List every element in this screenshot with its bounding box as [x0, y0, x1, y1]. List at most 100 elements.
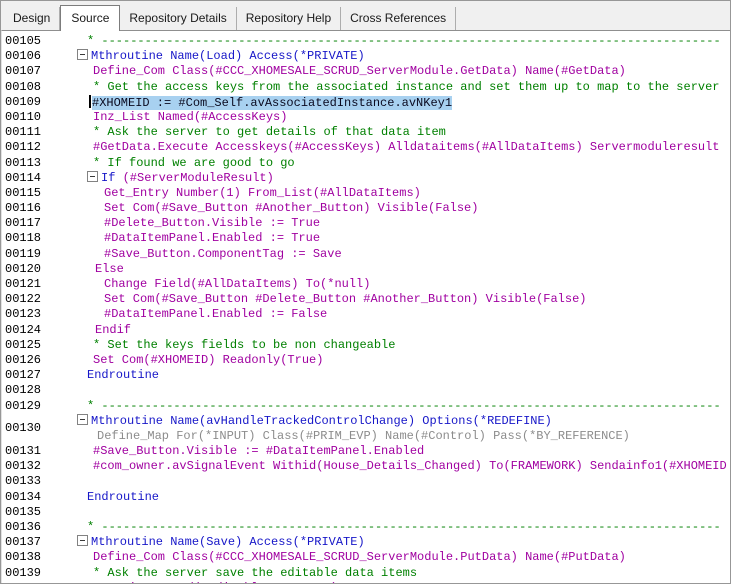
source-code-editor[interactable]: 00105 * ---------------------------------…	[1, 30, 730, 583]
code-text[interactable]: * --------------------------------------…	[49, 520, 730, 535]
tab-repository-help[interactable]: Repository Help	[237, 7, 342, 30]
code-line: 00127 Endroutine	[2, 368, 730, 383]
line-number: 00125	[5, 337, 42, 352]
code-text[interactable]: * If found we are good to go	[49, 156, 730, 171]
line-number: 00111	[5, 125, 42, 140]
tab-cross-references[interactable]: Cross References	[341, 7, 457, 30]
code-line: 00111 * Ask the server to get details of …	[2, 125, 730, 140]
code-text[interactable]: Get_Entry Number(1) From_List(#AllDataIt…	[49, 186, 730, 201]
code-segment: Inz_List Named(#EditableDataItems)	[93, 581, 338, 583]
code-text[interactable]: #DataItemPanel.Enabled := True	[49, 231, 730, 246]
line-number: 00121	[5, 277, 42, 291]
code-text[interactable]: * Ask the server to get details of that …	[49, 125, 730, 140]
code-segment: Else	[95, 261, 124, 276]
code-text[interactable]: Define_Map For(*INPUT) Class(#PRIM_EVP) …	[49, 429, 730, 444]
code-text[interactable]: Set Com(#XHOMEID) Readonly(True)	[49, 353, 730, 368]
code-text[interactable]: #Save_Button.ComponentTag := Save	[49, 247, 730, 262]
code-text[interactable]: Set Com(#Save_Button #Another_Button) Vi…	[49, 201, 730, 216]
line-number: 00139	[5, 565, 42, 580]
code-segment: Inz_List Named(#AccessKeys)	[93, 109, 288, 124]
line-number: 00135	[5, 504, 42, 519]
code-text[interactable]: * --------------------------------------…	[49, 34, 730, 49]
repository-editor-window: Design Source Repository Details Repository…	[0, 0, 731, 584]
line-number: 00106	[5, 49, 42, 64]
line-number: 00112	[5, 140, 42, 155]
code-text[interactable]: #com_owner.avSignalEvent Withid(House_De…	[49, 459, 730, 474]
code-text[interactable]: Mthroutine Name(Save) Access(*PRIVATE)	[49, 535, 730, 550]
line-number: 00124	[5, 322, 42, 337]
code-line: 00140 Inz_List Named(#EditableDataItems)	[2, 581, 730, 583]
line-number: 00108	[5, 79, 42, 94]
code-line: 00107 Define_Com Class(#CCC_XHOMESALE_SCR…	[2, 64, 730, 79]
code-line: 00139 * Ask the server save the editable …	[2, 566, 730, 581]
code-text[interactable]: #XHOMEID := #Com_Self.avAssociatedInstan…	[49, 94, 730, 110]
code-segment: #XHOMEID := #Com_Self.avAssociatedInstan…	[92, 95, 453, 110]
code-segment: #DataItemPanel.Enabled := False	[104, 307, 328, 322]
code-text[interactable]: Endroutine	[49, 490, 730, 505]
code-line: 00124 Endif	[2, 323, 730, 338]
code-segment: Mthroutine Name(Save) Access(*PRIVATE)	[91, 535, 365, 550]
code-segment: Mthroutine Name(Load) Access(*PRIVATE)	[91, 49, 365, 64]
collapse-toggle-icon[interactable]	[77, 535, 88, 547]
code-segment: Endroutine	[87, 489, 160, 504]
line-number: 00107	[5, 64, 42, 79]
code-segment: * --------------------------------------…	[87, 398, 721, 413]
code-text[interactable]: * Ask the server save the editable data …	[49, 566, 730, 581]
code-line: 00118 #DataItemPanel.Enabled := True	[2, 231, 730, 246]
code-line: 00136 * ---------------------------------…	[2, 520, 730, 535]
line-number: 00122	[5, 292, 42, 307]
code-text[interactable]: Mthroutine Name(Load) Access(*PRIVATE)	[49, 49, 730, 64]
code-text[interactable]: If (#ServerModuleResult)	[49, 170, 730, 186]
code-text[interactable]	[49, 383, 730, 398]
line-number: 00136	[5, 520, 42, 534]
line-number: 00115	[5, 185, 42, 200]
code-line: 00113 * If found we are good to go	[2, 156, 730, 171]
line-number: 00127	[5, 368, 42, 383]
code-line: 00131 #Save_Button.Visible := #DataItemPa…	[2, 444, 730, 459]
code-text[interactable]: Inz_List Named(#AccessKeys)	[49, 110, 730, 125]
code-text[interactable]: Set Com(#Save_Button #Delete_Button #Ano…	[49, 292, 730, 307]
collapse-toggle-icon[interactable]	[77, 49, 88, 61]
collapse-toggle-icon[interactable]	[87, 170, 98, 182]
code-line: 00126 Set Com(#XHOMEID) Readonly(True)	[2, 353, 730, 368]
code-text[interactable]: Define_Com Class(#CCC_XHOMESALE_SCRUD_Se…	[49, 64, 730, 79]
code-text[interactable]: Endif	[49, 323, 730, 338]
tab-repository-details[interactable]: Repository Details	[120, 7, 237, 30]
code-line: 00119 #Save_Button.ComponentTag := Save	[2, 247, 730, 262]
code-segment: * --------------------------------------…	[87, 34, 721, 48]
code-text[interactable]: #DataItemPanel.Enabled := False	[49, 307, 730, 322]
code-segment: Endroutine	[87, 368, 160, 383]
line-number: 00140	[2, 581, 49, 583]
line-number: 00105	[5, 34, 42, 48]
tab-source[interactable]: Source	[60, 5, 121, 31]
code-text[interactable]: #Save_Button.Visible := #DataItemPanel.E…	[49, 444, 730, 459]
line-number: 00119	[5, 246, 42, 261]
line-number: 00116	[5, 201, 42, 216]
line-number: 00118	[5, 231, 42, 246]
code-segment: Get_Entry Number(1) From_List(#AllDataIt…	[104, 185, 421, 200]
code-text[interactable]: #Delete_Button.Visible := True	[49, 216, 730, 231]
code-text[interactable]	[49, 474, 730, 489]
code-text[interactable]: Endroutine	[49, 368, 730, 383]
code-line: 00123 #DataItemPanel.Enabled := False	[2, 307, 730, 322]
code-segment: Set Com(#Save_Button #Delete_Button #Ano…	[104, 292, 587, 307]
code-text[interactable]: Inz_List Named(#EditableDataItems)	[49, 581, 730, 583]
code-text[interactable]: Mthroutine Name(avHandleTrackedControlCh…	[49, 413, 730, 429]
line-number: 00138	[5, 550, 42, 565]
tab-design[interactable]: Design	[4, 7, 61, 30]
code-line: 00115 Get_Entry Number(1) From_List(#AllD…	[2, 186, 730, 201]
code-text[interactable]: * --------------------------------------…	[49, 399, 730, 414]
code-text[interactable]: #GetData.Execute Accesskeys(#AccessKeys)…	[49, 140, 730, 155]
code-text[interactable]: * Get the access keys from the associate…	[49, 80, 730, 95]
code-text[interactable]	[49, 505, 730, 520]
code-segment: #com_owner.avSignalEvent Withid(House_De…	[93, 459, 727, 474]
code-line: 00114 If (#ServerModuleResult)	[2, 170, 730, 186]
collapse-toggle-icon[interactable]	[77, 413, 88, 425]
code-segment: Define_Com Class(#CCC_XHOMESALE_SCRUD_Se…	[93, 64, 626, 79]
code-text[interactable]: Define_Com Class(#CCC_XHOMESALE_SCRUD_Se…	[49, 550, 730, 565]
code-segment: * Get the access keys from the associate…	[93, 79, 720, 94]
code-text[interactable]: Change Field(#AllDataItems) To(*null)	[49, 277, 730, 292]
line-number: 00131	[5, 444, 42, 459]
code-text[interactable]: * Set the keys fields to be non changeab…	[49, 338, 730, 353]
code-text[interactable]: Else	[49, 262, 730, 277]
